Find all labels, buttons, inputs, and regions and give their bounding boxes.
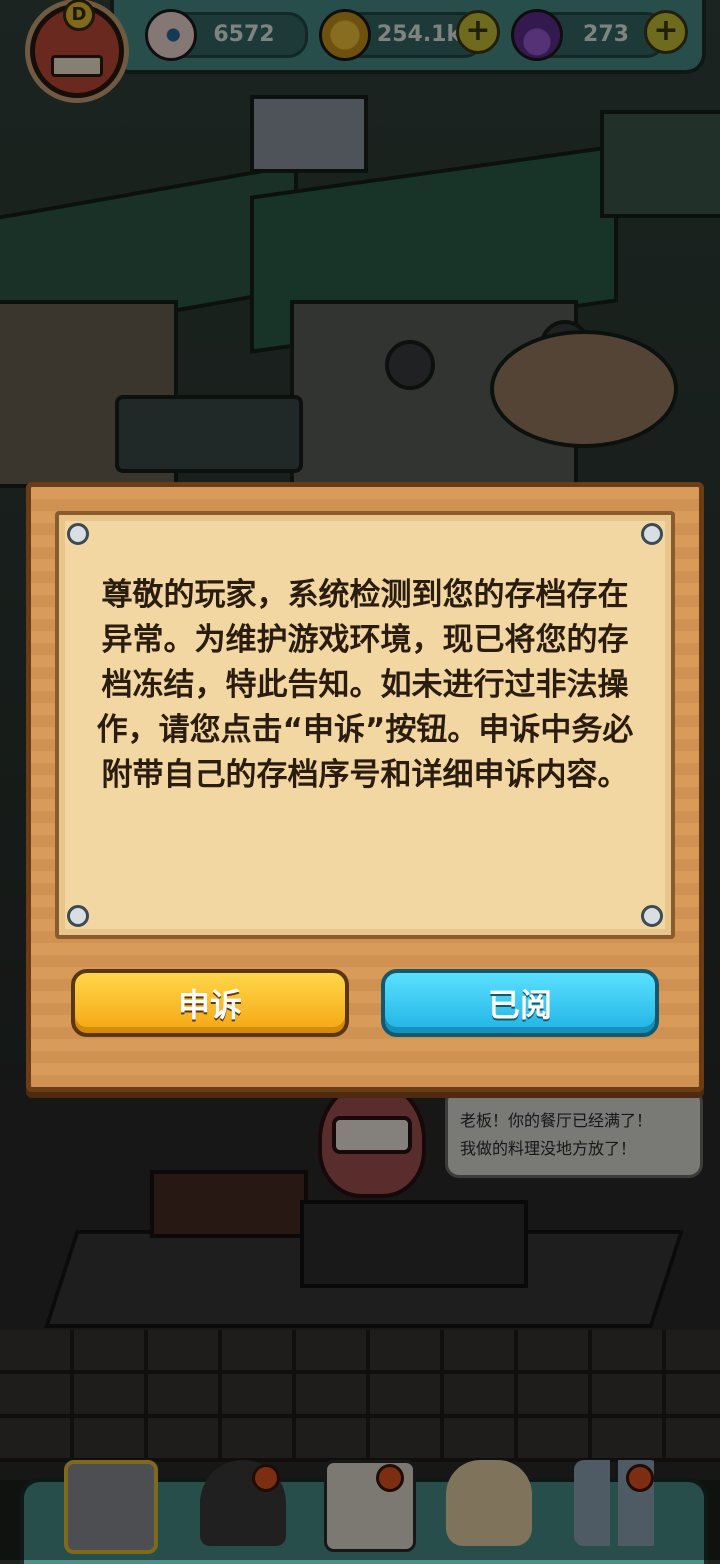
appeal-button[interactable]: 申诉	[71, 969, 349, 1037]
account-frozen-dialog: 尊敬的玩家，系统检测到您的存档存在异常。为维护游戏环境，现已将您的存档冻结，特此…	[26, 482, 704, 1092]
acknowledge-button[interactable]: 已阅	[381, 969, 659, 1037]
dialog-message: 尊敬的玩家，系统检测到您的存档存在异常。为维护游戏环境，现已将您的存档冻结，特此…	[96, 577, 634, 793]
screw-icon	[641, 905, 663, 927]
dialog-paper: 尊敬的玩家，系统检测到您的存档存在异常。为维护游戏环境，现已将您的存档冻结，特此…	[55, 511, 675, 939]
screw-icon	[67, 523, 89, 545]
screw-icon	[67, 905, 89, 927]
screw-icon	[641, 523, 663, 545]
